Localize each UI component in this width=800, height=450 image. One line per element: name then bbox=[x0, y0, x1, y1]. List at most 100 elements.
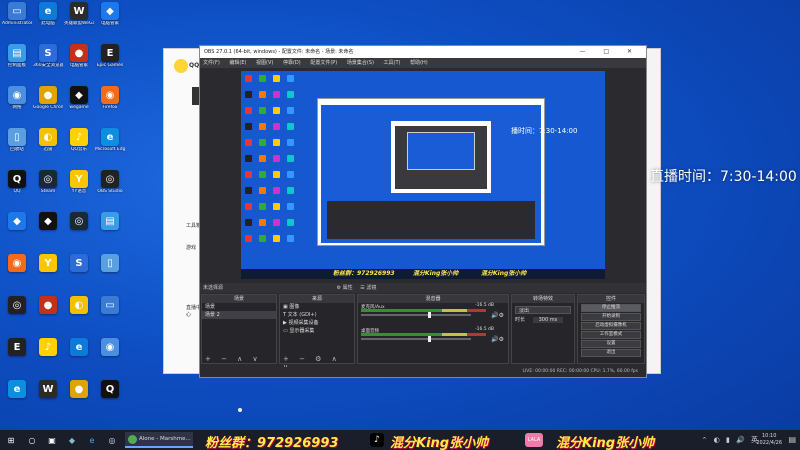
filters-button[interactable]: ☰ 滤镜 bbox=[360, 285, 376, 291]
menu-docks[interactable]: 停靠(D) bbox=[283, 60, 301, 66]
desktop-icon[interactable]: ◆ bbox=[33, 212, 63, 248]
fader-handle[interactable] bbox=[428, 312, 431, 318]
desktop-icon[interactable]: e bbox=[2, 380, 32, 416]
nested-desktop bbox=[321, 105, 541, 243]
sources-footer-buttons[interactable]: + − ⚙ ∧ ∨ bbox=[280, 355, 354, 371]
fader-handle[interactable] bbox=[428, 336, 431, 342]
menu-profile[interactable]: 配置文件(P) bbox=[310, 60, 337, 66]
desktop-icon[interactable]: ◉ bbox=[2, 254, 32, 290]
pinned-app-icon[interactable]: ◆ bbox=[66, 434, 78, 446]
desktop-icon[interactable]: Y YY语音 bbox=[64, 170, 94, 206]
desktop-icon[interactable]: ◆ bbox=[2, 212, 32, 248]
notification-icon[interactable]: ▤ bbox=[788, 435, 796, 444]
volume-fader[interactable] bbox=[361, 338, 471, 340]
menu-edit[interactable]: 编辑(E) bbox=[229, 60, 246, 66]
desktop-icon[interactable]: e bbox=[64, 338, 94, 374]
desktop-icon[interactable]: ♪ bbox=[33, 338, 63, 374]
obs-icon[interactable]: ◎ bbox=[106, 434, 118, 446]
desktop-icon[interactable]: ●Google Chrome bbox=[33, 86, 63, 122]
qq-icon[interactable] bbox=[174, 59, 188, 73]
desktop-icon[interactable]: S 360安全浏览器 bbox=[33, 44, 63, 80]
virtual-camera-button[interactable]: 启动虚拟摄像机 bbox=[581, 322, 641, 330]
stop-streaming-button[interactable]: 停止推流 bbox=[581, 304, 641, 312]
desktop-icon[interactable]: ◐ 迅雷 bbox=[33, 128, 63, 164]
desktop-icon[interactable]: ▭ Administrator bbox=[2, 2, 32, 38]
source-item[interactable]: ▭ 显示器采集 bbox=[280, 327, 354, 335]
settings-button[interactable]: 设置 bbox=[581, 340, 641, 348]
desktop-icon[interactable]: ◉ Firefox bbox=[95, 86, 125, 122]
desktop-icon[interactable]: e Microsoft Edge bbox=[95, 128, 125, 164]
desktop-app-icon: ◆ bbox=[8, 212, 26, 230]
exit-button[interactable]: 退出 bbox=[581, 349, 641, 357]
desktop-icon[interactable]: S bbox=[64, 254, 94, 290]
source-item[interactable]: T 文本 (GDI+) bbox=[280, 311, 354, 319]
system-tray[interactable]: ⌃ ◐ ▮ 🔊 英 bbox=[702, 435, 760, 445]
taskbar-app-button[interactable]: Alone - Marshme... bbox=[125, 432, 193, 448]
desktop-icon[interactable]: e 此电脑 bbox=[33, 2, 63, 38]
desktop-icon[interactable]: ◉ bbox=[95, 338, 125, 374]
source-label: 视频采集设备 bbox=[288, 320, 319, 326]
desktop-icon[interactable]: E Epic Games bbox=[95, 44, 125, 80]
scenes-footer-buttons[interactable]: + − ∧ ∨ bbox=[202, 355, 276, 363]
edge-icon[interactable]: e bbox=[86, 434, 98, 446]
desktop-icon[interactable]: Q bbox=[95, 380, 125, 416]
menu-view[interactable]: 视图(V) bbox=[256, 60, 273, 66]
desktop-icon[interactable]: ● 电脑管家 bbox=[64, 44, 94, 80]
taskbar-mix-banner-2: 混分King张小帅 bbox=[556, 436, 655, 450]
desktop-icon[interactable]: ▯ bbox=[95, 254, 125, 290]
desktop-icon[interactable]: ◆ wegame bbox=[64, 86, 94, 122]
task-view-icon[interactable]: ▣ bbox=[46, 434, 58, 446]
desktop-icon[interactable]: E bbox=[2, 338, 32, 374]
desktop-icon[interactable]: ◐ bbox=[64, 296, 94, 332]
menu-help[interactable]: 帮助(H) bbox=[410, 60, 428, 66]
start-recording-button[interactable]: 开始录制 bbox=[581, 313, 641, 321]
desktop-icon[interactable]: ◆ 电脑管家 bbox=[95, 2, 125, 38]
volume-fader[interactable] bbox=[361, 314, 471, 316]
desktop-icon[interactable]: W bbox=[33, 380, 63, 416]
scene-item[interactable]: 场景 2 bbox=[202, 311, 276, 319]
desktop-icon[interactable]: ● bbox=[33, 296, 63, 332]
speaker-icon[interactable]: 🔊⚙ bbox=[491, 312, 504, 319]
preview-desktop-icon bbox=[245, 107, 252, 114]
preview-desktop-icon bbox=[245, 219, 252, 226]
desktop-icon[interactable]: ▭ bbox=[95, 296, 125, 332]
desktop-icon[interactable]: ◎ bbox=[2, 296, 32, 332]
desktop-icon[interactable]: ◉ 网络 bbox=[2, 86, 32, 122]
properties-button[interactable]: ⚙ 属性 bbox=[337, 285, 353, 291]
duration-input[interactable]: 300 ms bbox=[532, 317, 564, 323]
desktop-icon[interactable]: W英雄联盟WeGame bbox=[64, 2, 94, 38]
menu-scene-collection[interactable]: 场景集合(S) bbox=[347, 60, 374, 66]
desktop-icon[interactable]: ◎ Steam bbox=[33, 170, 63, 206]
nested-obs-window bbox=[317, 98, 545, 246]
source-item[interactable]: ▣ 图像 bbox=[280, 303, 354, 311]
speaker-icon[interactable]: 🔊⚙ bbox=[491, 336, 504, 343]
desktop-icon[interactable]: ▤ 控制面板 bbox=[2, 44, 32, 80]
source-item[interactable]: ▶ 视频采集设备 bbox=[280, 319, 354, 327]
desktop-icon[interactable]: ▯ 回收站 bbox=[2, 128, 32, 164]
menu-tools[interactable]: 工具(T) bbox=[384, 60, 401, 66]
start-icon[interactable]: ⊞ bbox=[5, 434, 17, 446]
preview-mix-banner-1: 混分King张小帅 bbox=[413, 270, 459, 277]
desktop-icon[interactable]: Q QQ bbox=[2, 170, 32, 206]
studio-mode-button[interactable]: 工作室模式 bbox=[581, 331, 641, 339]
desktop-icon[interactable]: ◎ OBS Studio bbox=[95, 170, 125, 206]
obs-window-controls[interactable]: — □ ✕ bbox=[579, 46, 640, 58]
clock[interactable]: 10:10 2022/4/26 bbox=[756, 433, 782, 447]
search-icon[interactable]: ○ bbox=[26, 434, 38, 446]
desktop-icon[interactable]: ▤ bbox=[95, 212, 125, 248]
desktop-icon[interactable]: ● bbox=[64, 380, 94, 416]
desktop-app-icon: ◎ bbox=[101, 170, 119, 188]
scene-item[interactable]: 场景 bbox=[202, 303, 276, 311]
sources-header: 来源 bbox=[280, 295, 354, 303]
obs-title: OBS 27.0.1 (64-bit, windows) - 配置文件: 未命名… bbox=[204, 49, 354, 55]
preview-canvas[interactable]: 播时间：7:30-14:00 粉丝群：972926993 混分King张小帅 混… bbox=[241, 71, 605, 279]
desktop-icon[interactable]: ◎ bbox=[64, 212, 94, 248]
menu-file[interactable]: 文件(F) bbox=[203, 60, 220, 66]
preview-desktop-icon bbox=[287, 219, 294, 226]
desktop-icon-label: 网络 bbox=[12, 105, 22, 110]
side-item-games[interactable]: 游戏 bbox=[186, 244, 196, 251]
desktop-icon[interactable]: ♪ QQ音乐 bbox=[64, 128, 94, 164]
transition-select[interactable]: 淡出 bbox=[515, 306, 571, 314]
obs-window[interactable]: OBS 27.0.1 (64-bit, windows) - 配置文件: 未命名… bbox=[199, 45, 647, 378]
desktop-icon[interactable]: Y bbox=[33, 254, 63, 290]
